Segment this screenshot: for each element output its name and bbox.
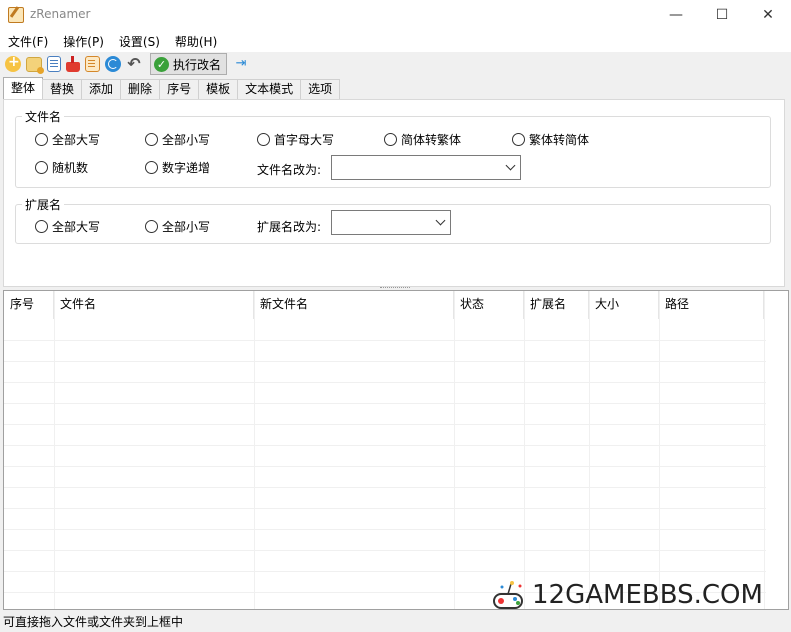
title-bar: zRenamer — ☐ ✕	[0, 0, 791, 30]
radio-label: 全部小写	[162, 220, 211, 234]
table-row[interactable]	[4, 382, 766, 404]
tab-sequence[interactable]: 序号	[159, 79, 200, 99]
table-row[interactable]	[4, 403, 766, 425]
radio-label: 首字母大写	[274, 133, 335, 147]
filename-rename-select[interactable]	[331, 155, 521, 180]
column-header-size[interactable]: 大小	[589, 291, 659, 319]
refresh-icon[interactable]	[105, 56, 121, 72]
radio-label: 简体转繁体	[401, 133, 462, 147]
watermark: 12GAMEBBS.COM	[492, 578, 763, 612]
tab-overall[interactable]: 整体	[3, 77, 44, 99]
undo-icon[interactable]: ↶	[126, 56, 142, 72]
maximize-button[interactable]: ☐	[699, 0, 745, 30]
column-divider	[254, 291, 255, 609]
table-row[interactable]	[4, 445, 766, 467]
tab-add[interactable]: 添加	[81, 79, 122, 99]
table-row[interactable]	[4, 424, 766, 446]
table-row[interactable]	[4, 361, 766, 383]
radio-label: 全部大写	[52, 133, 101, 147]
radio-label: 全部小写	[162, 133, 211, 147]
minimize-button[interactable]: —	[653, 0, 699, 30]
chevron-down-icon	[505, 160, 516, 171]
radio-label: 繁体转简体	[529, 133, 590, 147]
chevron-down-icon	[435, 215, 446, 226]
column-divider	[589, 291, 590, 609]
app-icon	[8, 7, 24, 23]
check-icon: ✓	[154, 56, 169, 72]
status-text: 可直接拖入文件或文件夹到上框中	[3, 615, 184, 629]
radio-filename-capitalize[interactable]: 首字母大写	[257, 131, 334, 148]
menu-settings[interactable]: 设置(S)	[111, 33, 167, 50]
table-row[interactable]	[4, 466, 766, 488]
column-divider	[454, 291, 455, 609]
radio-label: 全部大写	[52, 220, 101, 234]
tab-text-mode[interactable]: 文本模式	[237, 79, 302, 99]
execute-rename-label: 执行改名	[173, 57, 222, 72]
column-divider	[659, 291, 660, 609]
filename-rename-label: 文件名改为:	[257, 163, 322, 177]
status-bar: 可直接拖入文件或文件夹到上框中	[0, 610, 791, 632]
close-button[interactable]: ✕	[745, 0, 791, 30]
list-header: 序号 文件名 新文件名 状态 扩展名 大小 路径	[4, 291, 764, 319]
column-header-index[interactable]: 序号	[4, 291, 54, 319]
add-file-icon[interactable]: +	[5, 54, 21, 72]
table-row[interactable]	[4, 508, 766, 530]
menu-file[interactable]: 文件(F)	[0, 33, 55, 50]
menu-help[interactable]: 帮助(H)	[167, 33, 224, 50]
menu-operate[interactable]: 操作(P)	[55, 33, 111, 50]
radio-label: 随机数	[52, 161, 89, 175]
column-header-path[interactable]: 路径	[659, 291, 764, 319]
copy-icon[interactable]	[47, 56, 61, 72]
column-divider	[524, 291, 525, 609]
watermark-text: 12GAMEBBS.COM	[532, 580, 763, 610]
tab-options[interactable]: 选项	[300, 79, 341, 99]
menu-bar: 文件(F) 操作(P) 设置(S) 帮助(H)	[0, 30, 791, 52]
table-row[interactable]	[4, 487, 766, 509]
table-row[interactable]	[4, 529, 766, 551]
file-list[interactable]: 序号 文件名 新文件名 状态 扩展名 大小 路径	[3, 290, 789, 610]
filename-group-legend: 文件名	[25, 110, 62, 124]
column-header-extension[interactable]: 扩展名	[524, 291, 589, 319]
tab-template[interactable]: 模板	[198, 79, 239, 99]
radio-number-increment[interactable]: 数字递增	[145, 159, 210, 176]
column-header-status[interactable]: 状态	[454, 291, 524, 319]
edit-list-icon[interactable]	[85, 56, 100, 72]
radio-filename-uppercase[interactable]: 全部大写	[35, 131, 100, 148]
window-title: zRenamer	[30, 7, 91, 21]
tab-delete[interactable]: 删除	[120, 79, 161, 99]
table-row[interactable]	[4, 550, 766, 572]
radio-ext-lowercase[interactable]: 全部小写	[145, 218, 210, 235]
ext-rename-select[interactable]	[331, 210, 451, 235]
execute-rename-button[interactable]: ✓ 执行改名	[150, 53, 228, 75]
ext-rename-label: 扩展名改为:	[257, 220, 322, 234]
column-divider	[764, 291, 765, 609]
table-row[interactable]	[4, 340, 766, 362]
radio-filename-lowercase[interactable]: 全部小写	[145, 131, 210, 148]
table-row[interactable]	[4, 319, 766, 341]
tab-panel-overall: 文件名 全部大写 全部小写 首字母大写 简体转繁体 繁体转简体 随机数 数字递增…	[3, 99, 785, 287]
radio-label: 数字递增	[162, 161, 211, 175]
extension-group-legend: 扩展名	[25, 198, 62, 212]
clear-icon[interactable]	[66, 55, 80, 72]
gamepad-logo-icon	[492, 578, 526, 612]
pin-icon[interactable]: ⇥	[233, 56, 249, 72]
add-folder-icon[interactable]	[26, 56, 44, 74]
radio-ext-uppercase[interactable]: 全部大写	[35, 218, 100, 235]
column-header-new-filename[interactable]: 新文件名	[254, 291, 454, 319]
radio-traditional-to-simplified[interactable]: 繁体转简体	[512, 131, 589, 148]
column-divider	[54, 291, 55, 609]
toolbar: + ↶ ✓ 执行改名 ⇥	[0, 52, 791, 76]
tab-replace[interactable]: 替换	[42, 79, 83, 99]
tab-strip: 整体 替换 添加 删除 序号 模板 文本模式 选项	[3, 77, 341, 99]
radio-random-number[interactable]: 随机数	[35, 159, 88, 176]
radio-simplified-to-traditional[interactable]: 简体转繁体	[384, 131, 461, 148]
column-header-filename[interactable]: 文件名	[54, 291, 254, 319]
